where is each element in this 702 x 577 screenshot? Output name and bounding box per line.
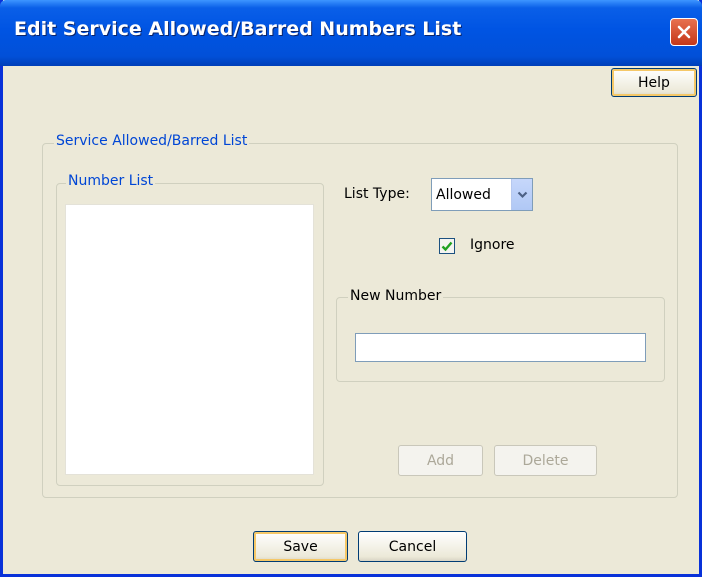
delete-button[interactable]: Delete: [494, 445, 597, 476]
title-bar[interactable]: Edit Service Allowed/Barred Numbers List: [0, 0, 702, 66]
new-number-input[interactable]: [355, 333, 646, 362]
save-button[interactable]: Save: [253, 531, 348, 562]
number-list-box[interactable]: [65, 204, 314, 475]
list-type-dropdown-button[interactable]: [511, 179, 532, 210]
list-type-label: List Type:: [344, 186, 410, 202]
list-type-select[interactable]: Allowed: [431, 178, 533, 211]
window-title: Edit Service Allowed/Barred Numbers List: [14, 18, 462, 40]
dialog-window: Edit Service Allowed/Barred Numbers List…: [0, 0, 702, 577]
save-button-label: Save: [283, 538, 318, 555]
close-icon: [677, 25, 691, 39]
dialog-content: Help Service Allowed/Barred List Number …: [3, 66, 699, 574]
ignore-label: Ignore: [470, 237, 515, 253]
checkmark-icon: [441, 241, 453, 251]
cancel-button-label: Cancel: [388, 538, 437, 555]
ignore-checkbox[interactable]: [439, 238, 455, 254]
list-type-value: Allowed: [436, 186, 491, 203]
close-button[interactable]: [670, 18, 698, 46]
number-list-group-label: Number List: [66, 173, 156, 189]
new-number-group-label: New Number: [348, 288, 444, 304]
delete-button-label: Delete: [522, 452, 569, 469]
help-button-label: Help: [638, 74, 670, 91]
chevron-down-icon: [517, 191, 527, 198]
add-button[interactable]: Add: [398, 445, 483, 476]
help-button[interactable]: Help: [611, 68, 697, 97]
cancel-button[interactable]: Cancel: [358, 531, 467, 562]
add-button-label: Add: [426, 452, 455, 469]
service-list-group-label: Service Allowed/Barred List: [54, 133, 250, 149]
